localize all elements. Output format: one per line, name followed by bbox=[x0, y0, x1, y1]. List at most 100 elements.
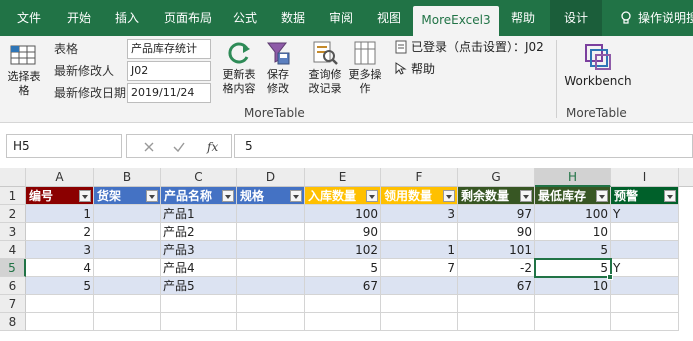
table-cell[interactable]: 产品4 bbox=[161, 259, 237, 277]
formula-input[interactable]: 5 bbox=[234, 134, 693, 158]
column-header[interactable]: H bbox=[535, 168, 611, 187]
tab-page-layout[interactable]: 页面布局 bbox=[160, 0, 216, 36]
table-cell[interactable]: 4 bbox=[26, 259, 94, 277]
empty-cell[interactable] bbox=[611, 295, 679, 313]
workbench-button[interactable]: Workbench bbox=[562, 42, 634, 89]
tab-review[interactable]: 审阅 bbox=[326, 0, 356, 36]
empty-cell[interactable] bbox=[94, 313, 161, 331]
table-cell[interactable] bbox=[94, 223, 161, 241]
column-header[interactable]: A bbox=[26, 168, 94, 187]
empty-cell[interactable] bbox=[381, 313, 458, 331]
row-header[interactable]: 7 bbox=[0, 295, 26, 313]
empty-cell[interactable] bbox=[26, 295, 94, 313]
empty-cell[interactable] bbox=[94, 295, 161, 313]
table-cell[interactable]: 5 bbox=[535, 241, 611, 259]
table-name-field[interactable]: 产品库存统计 bbox=[127, 39, 211, 59]
table-cell[interactable]: -2 bbox=[458, 259, 535, 277]
save-changes-button[interactable]: 保存 修改 bbox=[262, 40, 294, 96]
tab-help[interactable]: 帮助 bbox=[508, 0, 538, 36]
table-cell[interactable]: 5 bbox=[26, 277, 94, 295]
row-header[interactable]: 1 bbox=[0, 187, 26, 205]
column-header[interactable]: F bbox=[381, 168, 458, 187]
filter-dropdown-icon[interactable] bbox=[596, 190, 608, 202]
empty-cell[interactable] bbox=[305, 295, 381, 313]
table-cell[interactable] bbox=[237, 277, 305, 295]
cancel-icon[interactable] bbox=[143, 141, 155, 153]
table-cell[interactable]: 100 bbox=[305, 205, 381, 223]
column-header[interactable]: D bbox=[237, 168, 305, 187]
table-header-cell[interactable]: 最低库存 bbox=[535, 187, 611, 205]
table-cell[interactable] bbox=[611, 277, 679, 295]
table-cell[interactable] bbox=[237, 205, 305, 223]
empty-cell[interactable] bbox=[161, 295, 237, 313]
modify-date-field[interactable]: 2019/11/24 bbox=[127, 83, 211, 103]
table-cell[interactable] bbox=[94, 241, 161, 259]
enter-check-icon[interactable] bbox=[173, 141, 185, 153]
table-cell[interactable]: 2 bbox=[26, 223, 94, 241]
table-cell[interactable]: 3 bbox=[381, 205, 458, 223]
table-cell[interactable]: 10 bbox=[535, 223, 611, 241]
table-cell[interactable]: Y bbox=[611, 205, 679, 223]
tab-file[interactable]: 文件 bbox=[14, 0, 44, 36]
table-cell[interactable]: 1 bbox=[381, 241, 458, 259]
help-link[interactable]: 帮助 bbox=[394, 62, 435, 76]
empty-cell[interactable] bbox=[381, 295, 458, 313]
fill-handle[interactable] bbox=[607, 274, 613, 280]
table-header-cell[interactable]: 入库数量 bbox=[305, 187, 381, 205]
table-cell[interactable]: 产品1 bbox=[161, 205, 237, 223]
login-status-button[interactable]: 已登录（点击设置）：J02 bbox=[394, 40, 544, 54]
row-header[interactable]: 6 bbox=[0, 277, 26, 295]
row-header[interactable]: 8 bbox=[0, 313, 26, 331]
table-cell[interactable] bbox=[381, 277, 458, 295]
tab-formulas[interactable]: 公式 bbox=[230, 0, 260, 36]
more-operations-button[interactable]: 更多操 作 bbox=[346, 40, 384, 96]
empty-cell[interactable] bbox=[305, 313, 381, 331]
empty-cell[interactable] bbox=[237, 313, 305, 331]
table-cell[interactable]: 97 bbox=[458, 205, 535, 223]
table-cell[interactable]: 67 bbox=[305, 277, 381, 295]
empty-cell[interactable] bbox=[611, 313, 679, 331]
row-header[interactable]: 2 bbox=[0, 205, 26, 223]
select-table-button[interactable]: 选择表 格 bbox=[4, 44, 44, 98]
table-cell[interactable] bbox=[94, 205, 161, 223]
table-cell[interactable] bbox=[94, 277, 161, 295]
column-header[interactable] bbox=[679, 168, 693, 187]
filter-dropdown-icon[interactable] bbox=[366, 190, 378, 202]
table-header-cell[interactable]: 编号 bbox=[26, 187, 94, 205]
filter-dropdown-icon[interactable] bbox=[146, 190, 158, 202]
column-header[interactable]: B bbox=[94, 168, 161, 187]
empty-cell[interactable] bbox=[237, 295, 305, 313]
tab-data[interactable]: 数据 bbox=[278, 0, 308, 36]
tell-me-box[interactable]: 操作说明搜 bbox=[620, 0, 693, 36]
filter-dropdown-icon[interactable] bbox=[520, 190, 532, 202]
empty-cell[interactable] bbox=[535, 295, 611, 313]
column-header[interactable]: I bbox=[611, 168, 679, 187]
table-cell[interactable]: 90 bbox=[458, 223, 535, 241]
tab-moreexcel3[interactable]: MoreExcel3 bbox=[413, 6, 499, 36]
table-cell[interactable] bbox=[381, 223, 458, 241]
table-header-cell[interactable]: 预警 bbox=[611, 187, 679, 205]
column-header[interactable]: G bbox=[458, 168, 535, 187]
table-cell[interactable]: 101 bbox=[458, 241, 535, 259]
table-cell[interactable]: 产品2 bbox=[161, 223, 237, 241]
table-header-cell[interactable]: 规格 bbox=[237, 187, 305, 205]
table-header-cell[interactable]: 领用数量 bbox=[381, 187, 458, 205]
column-header[interactable]: E bbox=[305, 168, 381, 187]
filter-dropdown-icon[interactable] bbox=[79, 190, 91, 202]
table-cell[interactable] bbox=[611, 241, 679, 259]
filter-dropdown-icon[interactable] bbox=[443, 190, 455, 202]
row-header[interactable]: 4 bbox=[0, 241, 26, 259]
table-cell[interactable]: 5 bbox=[305, 259, 381, 277]
tab-home[interactable]: 开始 bbox=[62, 0, 96, 36]
table-header-cell[interactable]: 剩余数量 bbox=[458, 187, 535, 205]
table-cell[interactable]: 产品5 bbox=[161, 277, 237, 295]
select-all-corner[interactable] bbox=[0, 168, 26, 187]
filter-dropdown-icon[interactable] bbox=[222, 190, 234, 202]
empty-cell[interactable] bbox=[535, 313, 611, 331]
table-cell[interactable]: 7 bbox=[381, 259, 458, 277]
empty-cell[interactable] bbox=[458, 313, 535, 331]
empty-cell[interactable] bbox=[161, 313, 237, 331]
empty-cell[interactable] bbox=[26, 313, 94, 331]
table-cell[interactable] bbox=[237, 241, 305, 259]
filter-dropdown-icon[interactable] bbox=[290, 190, 302, 202]
